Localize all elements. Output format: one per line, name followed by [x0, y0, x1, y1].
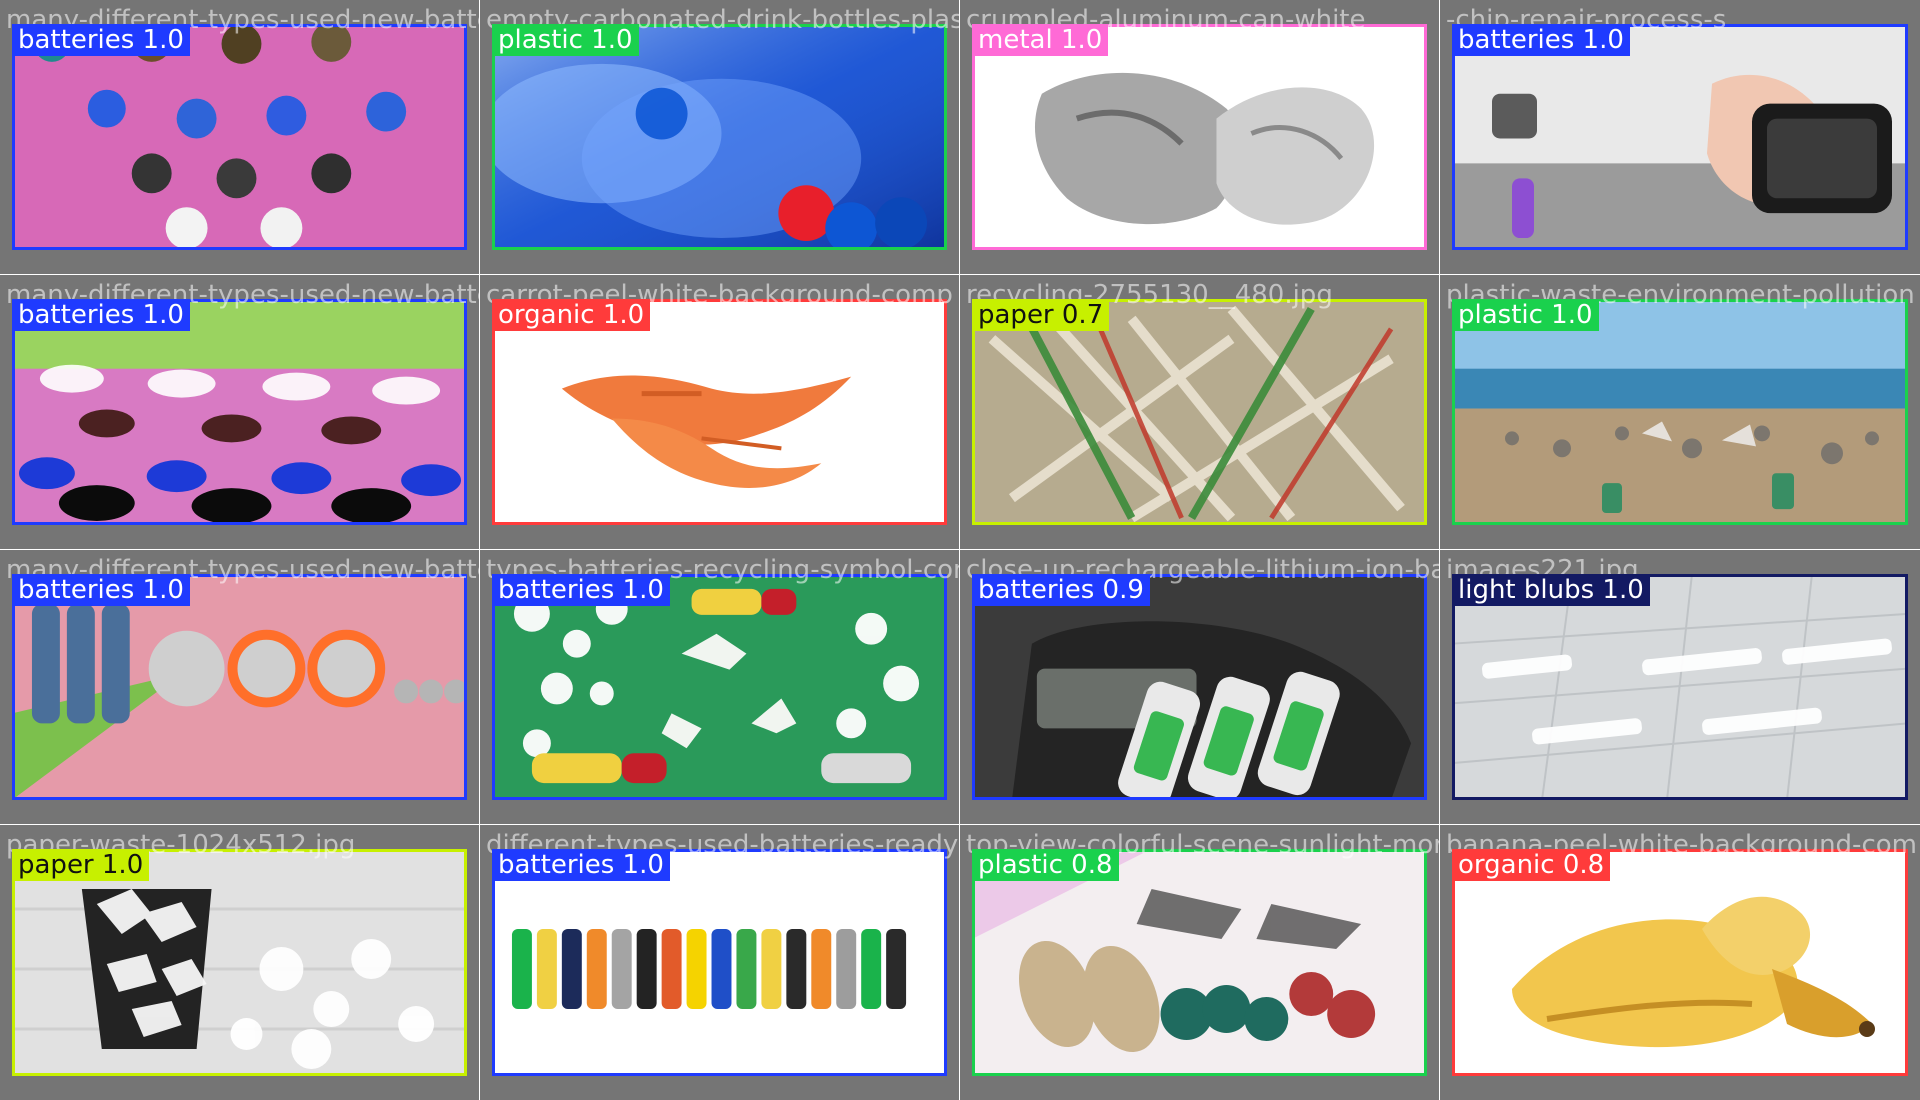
detection-label: batteries 1.0	[12, 299, 190, 331]
result-tile[interactable]: many-different-types-used-new-batte batt…	[0, 550, 480, 825]
result-tile[interactable]: -chip-repair-process-s batteries 1.0	[1440, 0, 1920, 275]
result-image	[1452, 299, 1908, 525]
result-image	[972, 24, 1427, 250]
result-image	[492, 299, 947, 525]
result-tile[interactable]: empty-carbonated-drink-bottles-plast pla…	[480, 0, 960, 275]
result-tile[interactable]: types-batteries-recycling-symbol-conce b…	[480, 550, 960, 825]
result-image	[12, 574, 467, 800]
detection-label: light blubs 1.0	[1452, 574, 1650, 606]
result-image	[492, 849, 947, 1076]
detection-label: paper 1.0	[12, 849, 150, 881]
detection-label: batteries 1.0	[12, 574, 190, 606]
result-tile[interactable]: carrot-peel-white-background-comp organi…	[480, 275, 960, 550]
result-tile[interactable]: images221.jpg light blubs 1.0	[1440, 550, 1920, 825]
result-image	[492, 24, 947, 250]
detection-label: batteries 1.0	[492, 574, 670, 606]
detection-label: organic 0.8	[1452, 849, 1611, 881]
result-image	[492, 574, 947, 800]
result-tile[interactable]: plastic-waste-environment-pollution plas…	[1440, 275, 1920, 550]
detection-label: batteries 1.0	[12, 24, 190, 56]
detection-label: batteries 1.0	[1452, 24, 1630, 56]
result-tile[interactable]: crumpled-aluminum-can-white metal 1.0	[960, 0, 1440, 275]
result-tile[interactable]: close-up-rechargeable-lithium-ion-batte …	[960, 550, 1440, 825]
result-tile[interactable]: many-different-types-used-new-batte batt…	[0, 0, 480, 275]
result-image	[972, 299, 1427, 525]
result-tile[interactable]: different-types-used-batteries-ready- ba…	[480, 825, 960, 1100]
detection-label: paper 0.7	[972, 299, 1110, 331]
result-image	[1452, 24, 1908, 250]
result-image	[972, 849, 1427, 1076]
result-image	[12, 24, 467, 250]
detection-label: plastic 0.8	[972, 849, 1119, 881]
result-tile[interactable]: recycling-2755130__480.jpg paper 0.7	[960, 275, 1440, 550]
detection-label: batteries 1.0	[492, 849, 670, 881]
result-tile[interactable]: paper-waste-1024x512.jpg paper 1.0	[0, 825, 480, 1100]
detection-label: organic 1.0	[492, 299, 651, 331]
result-tile[interactable]: many-different-types-used-new-batte batt…	[0, 275, 480, 550]
detection-label: batteries 0.9	[972, 574, 1150, 606]
result-tile[interactable]: banana-peel-white-background-com organic…	[1440, 825, 1920, 1100]
result-image	[12, 849, 467, 1076]
detection-label: plastic 1.0	[1452, 299, 1599, 331]
result-image	[1452, 849, 1908, 1076]
result-image	[1452, 574, 1908, 800]
detection-label: metal 1.0	[972, 24, 1109, 56]
result-image	[972, 574, 1427, 800]
detection-label: plastic 1.0	[492, 24, 639, 56]
detection-results-grid: many-different-types-used-new-batte batt…	[0, 0, 1920, 1100]
result-tile[interactable]: top-view-colorful-scene-sunlight-mor pla…	[960, 825, 1440, 1100]
result-image	[12, 299, 467, 525]
